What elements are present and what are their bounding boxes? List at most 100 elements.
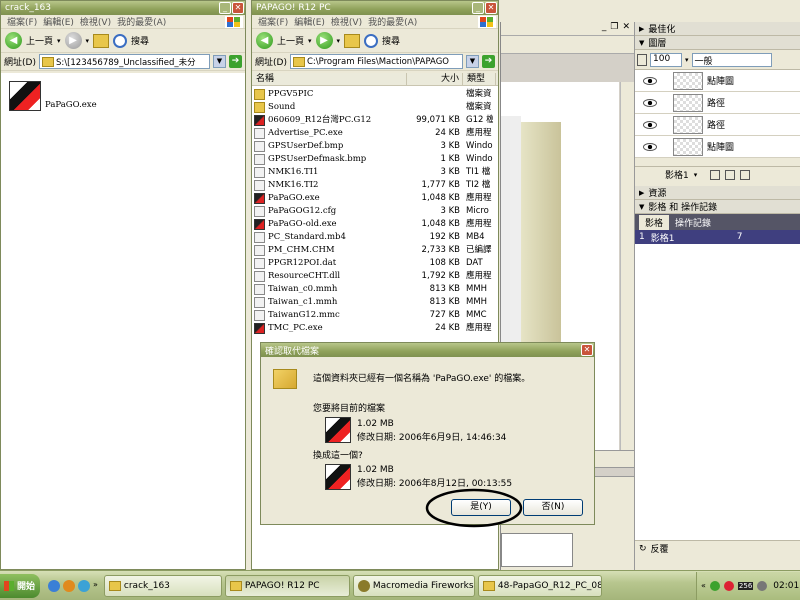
media-icon[interactable] — [63, 579, 75, 592]
tray-security-icon[interactable] — [723, 580, 734, 591]
address-input[interactable]: S:\[123456789_Unclassified_未分 — [38, 54, 210, 69]
forward-arrow-icon[interactable]: ▶ — [64, 32, 82, 49]
eye-icon[interactable] — [643, 120, 657, 129]
opacity-field[interactable]: 100 — [650, 52, 682, 67]
address-dropdown-icon[interactable]: ▼ — [213, 55, 226, 68]
file-row[interactable]: PM_CHM.CHM 2,733 KB 已編譯 — [252, 244, 498, 257]
file-row[interactable]: PaPaGO.exe 1,048 KB 應用程 — [252, 192, 498, 205]
doc-scrollbar[interactable] — [620, 82, 634, 462]
back-dropdown-icon[interactable]: ▾ — [308, 37, 312, 45]
menu-file[interactable]: 檔案(F) — [7, 15, 37, 28]
menu-view[interactable]: 檢視(V) — [80, 15, 111, 28]
ie-icon[interactable] — [48, 579, 60, 592]
minimize-button[interactable]: _ — [472, 2, 484, 14]
panel-frames-header[interactable]: ▼ 影格 和 操作記錄 — [635, 200, 800, 214]
address-input[interactable]: C:\Program Files\Maction\PAPAGO — [289, 54, 463, 69]
back-button-label[interactable]: 上一頁 — [26, 34, 53, 47]
dialog-title-bar[interactable]: 確認取代檔案 ✕ — [261, 343, 594, 357]
task-button-papago[interactable]: PAPAGO! R12 PC — [224, 574, 350, 597]
add-mask-icon[interactable] — [725, 169, 736, 180]
new-layer-icon[interactable] — [710, 169, 721, 180]
file-row[interactable]: GPSUserDefmask.bmp 1 KB Windo — [252, 153, 498, 166]
frame-row[interactable]: 1 影格1 7 — [635, 230, 800, 244]
menu-favorites[interactable]: 我的最愛(A) — [117, 15, 166, 28]
file-row[interactable]: Advertise_PC.exe 24 KB 應用程 — [252, 127, 498, 140]
close-button[interactable]: ✕ — [581, 344, 593, 356]
eye-icon[interactable] — [643, 98, 657, 107]
task-button-image[interactable]: 48-PapaGO_R12_PC_08... — [477, 574, 602, 597]
column-name[interactable]: 名稱 — [252, 73, 407, 85]
menu-edit[interactable]: 編輯(E) — [43, 15, 74, 28]
panel-optimize-header[interactable]: ▶ 最佳化 — [635, 22, 800, 36]
file-row[interactable]: TaiwanG12.mmc 727 KB MMC — [252, 309, 498, 322]
menu-view[interactable]: 檢視(V) — [331, 15, 362, 28]
frame-dropdown-icon[interactable]: ▾ — [694, 171, 698, 179]
column-size[interactable]: 大小 — [407, 73, 463, 85]
minimize-button[interactable]: _ — [219, 2, 231, 14]
back-button-label[interactable]: 上一頁 — [277, 34, 304, 47]
quicklaunch-more-icon[interactable]: » — [93, 580, 98, 592]
title-bar[interactable]: PAPAGO! R12 PC _ ✕ — [252, 1, 498, 15]
tray-counter[interactable]: 256 — [737, 581, 754, 590]
file-row[interactable]: 060609_R12台灣PC.G12 99,071 KB G12 檔 — [252, 114, 498, 127]
file-pane[interactable]: PaPaGO.exe — [1, 73, 245, 569]
layer-row[interactable]: 路徑 — [635, 92, 800, 114]
tray-expand-icon[interactable]: « — [701, 581, 706, 590]
eye-icon[interactable] — [643, 142, 657, 151]
menu-edit[interactable]: 編輯(E) — [294, 15, 325, 28]
eye-icon[interactable] — [643, 76, 657, 85]
clock[interactable]: 02:01 — [773, 581, 799, 591]
search-icon[interactable] — [113, 33, 128, 48]
menu-file[interactable]: 檔案(F) — [258, 15, 288, 28]
forward-dropdown-icon[interactable]: ▾ — [86, 37, 90, 45]
doc-close-icon[interactable]: ✕ — [622, 22, 630, 35]
search-button-label[interactable]: 搜尋 — [131, 34, 149, 47]
title-bar[interactable]: crack_163 _ ✕ — [1, 1, 245, 15]
start-button[interactable]: 開始 — [0, 573, 40, 598]
file-row[interactable]: PaPaGOG12.cfg 3 KB Micro — [252, 205, 498, 218]
tray-network-icon[interactable] — [709, 580, 720, 591]
opacity-dropdown-icon[interactable]: ▾ — [685, 56, 689, 64]
file-row[interactable]: NMK16.TI2 1,777 KB TI2 檔 — [252, 179, 498, 192]
task-button-fireworks[interactable]: Macromedia Fireworks M... — [352, 574, 475, 597]
go-arrow-icon[interactable]: ➔ — [229, 55, 242, 68]
loop-icon[interactable]: ↻ — [639, 544, 647, 554]
file-row[interactable]: Taiwan_c1.mmh 813 KB MMH — [252, 296, 498, 309]
back-dropdown-icon[interactable]: ▾ — [57, 37, 61, 45]
file-row[interactable]: NMK16.TI1 3 KB TI1 檔 — [252, 166, 498, 179]
forward-dropdown-icon[interactable]: ▾ — [337, 37, 341, 45]
panel-layers-header[interactable]: ▼ 圖層 — [635, 36, 800, 50]
back-arrow-icon[interactable]: ◀ — [5, 32, 22, 49]
file-row[interactable]: Taiwan_c0.mmh 813 KB MMH — [252, 283, 498, 296]
close-button[interactable]: ✕ — [485, 2, 497, 14]
forward-arrow-icon[interactable]: ▶ — [315, 32, 333, 49]
lock-icon[interactable] — [637, 53, 647, 66]
file-row[interactable]: PC_Standard.mb4 192 KB MB4 — [252, 231, 498, 244]
panel-assets-header[interactable]: ▶ 資源 — [635, 186, 800, 200]
address-dropdown-icon[interactable]: ▼ — [466, 55, 479, 68]
folder-up-icon[interactable] — [93, 33, 110, 48]
search-icon[interactable] — [364, 33, 379, 48]
tray-volume-icon[interactable] — [757, 580, 768, 591]
tab-frames[interactable]: 影格 — [639, 215, 670, 230]
layer-row[interactable]: 點陣圖 — [635, 70, 800, 92]
file-item-papago[interactable]: PaPaGO.exe — [9, 81, 97, 111]
column-type[interactable]: 類型 — [463, 73, 496, 85]
folder-up-icon[interactable] — [344, 33, 361, 48]
file-row[interactable]: GPSUserDef.bmp 3 KB Windo — [252, 140, 498, 153]
doc-minimize-icon[interactable]: _ — [602, 22, 607, 35]
layer-row[interactable]: 路徑 — [635, 114, 800, 136]
search-button-label[interactable]: 搜尋 — [382, 34, 400, 47]
file-row[interactable]: PaPaGO-old.exe 1,048 KB 應用程 — [252, 218, 498, 231]
yes-button[interactable]: 是(Y) — [451, 499, 511, 516]
back-arrow-icon[interactable]: ◀ — [256, 32, 273, 49]
file-row[interactable]: Sound 檔案資 — [252, 101, 498, 114]
layer-row[interactable]: 點陣圖 — [635, 136, 800, 158]
go-arrow-icon[interactable]: ➔ — [482, 55, 495, 68]
tab-history[interactable]: 操作記錄 — [669, 215, 717, 230]
close-button[interactable]: ✕ — [232, 2, 244, 14]
blend-mode-select[interactable]: 一般 — [691, 52, 772, 67]
file-row[interactable]: ResourceCHT.dll 1,792 KB 應用程 — [252, 270, 498, 283]
doc-restore-icon[interactable]: ❐ — [610, 22, 618, 35]
file-row[interactable]: TMC_PC.exe 24 KB 應用程 — [252, 322, 498, 335]
